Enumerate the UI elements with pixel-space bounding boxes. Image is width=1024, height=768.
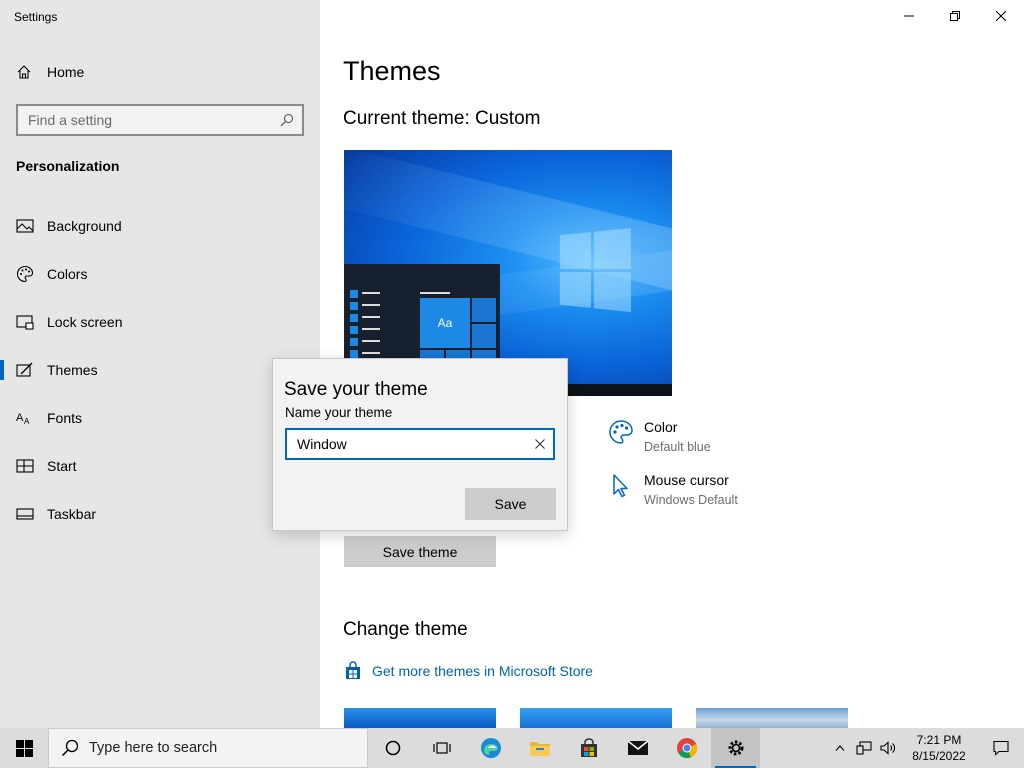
- taskbar: Type here to search 7:21 PM 8/15/2022: [0, 728, 1024, 768]
- change-theme-heading: Change theme: [343, 619, 468, 640]
- edge-button[interactable]: [466, 728, 515, 768]
- find-setting-search[interactable]: [16, 104, 304, 136]
- chevron-up-icon: [835, 745, 845, 751]
- store-button[interactable]: [564, 728, 613, 768]
- minimize-icon: [904, 15, 914, 17]
- store-icon: [580, 738, 597, 757]
- close-icon: [996, 11, 1006, 21]
- taskbar-search-placeholder: Type here to search: [89, 740, 218, 756]
- sidebar-item-label: Fonts: [47, 410, 83, 426]
- lock-screen-icon: [16, 313, 34, 331]
- save-theme-dialog: Save your theme Name your theme Save: [272, 358, 568, 531]
- sidebar-item-label: Themes: [47, 362, 98, 378]
- color-setting[interactable]: Color Default blue: [608, 419, 711, 454]
- network-icon: [856, 741, 872, 755]
- settings-button[interactable]: [711, 728, 760, 768]
- theme-thumbnail[interactable]: [344, 708, 496, 728]
- minimize-button[interactable]: [886, 0, 932, 32]
- dialog-save-button[interactable]: Save: [465, 488, 556, 520]
- sidebar-item-label: Colors: [47, 266, 88, 282]
- cursor-icon: [613, 474, 628, 498]
- show-hidden-icons-button[interactable]: [828, 728, 852, 768]
- chrome-button[interactable]: [662, 728, 711, 768]
- windows-logo-wallpaper: [559, 228, 631, 312]
- close-button[interactable]: [978, 0, 1024, 32]
- volume-icon: [880, 741, 895, 755]
- sidebar-item-lock-screen[interactable]: Lock screen: [0, 298, 320, 346]
- mail-button[interactable]: [613, 728, 662, 768]
- chrome-icon: [676, 738, 697, 759]
- app-title: Settings: [14, 10, 58, 24]
- edge-icon: [480, 738, 501, 758]
- theme-thumbnail[interactable]: [520, 708, 672, 728]
- home-icon: [17, 65, 31, 79]
- theme-name-label: Name your theme: [285, 405, 393, 420]
- current-theme-heading: Current theme: Custom: [343, 108, 541, 129]
- search-icon: [61, 739, 79, 757]
- settings-icon: [728, 740, 743, 756]
- store-link[interactable]: Get more themes in Microsoft Store: [343, 661, 593, 681]
- clock[interactable]: 7:21 PM 8/15/2022: [900, 732, 978, 764]
- cortana-icon: [385, 740, 400, 756]
- taskbar-search[interactable]: Type here to search: [48, 728, 368, 768]
- mouse-cursor-name: Mouse cursor: [644, 472, 729, 488]
- section-title: Personalization: [16, 158, 120, 174]
- themes-icon: [16, 361, 34, 379]
- home-label: Home: [47, 64, 85, 80]
- sidebar-item-label: Start: [47, 458, 77, 474]
- action-center-button[interactable]: [978, 728, 1024, 768]
- sidebar-item-background[interactable]: Background: [0, 202, 320, 250]
- window-controls: [886, 0, 1024, 32]
- sidebar-item-label: Taskbar: [47, 506, 97, 522]
- cortana-button[interactable]: [368, 728, 417, 768]
- task-view-icon: [432, 742, 451, 754]
- page-title: Themes: [343, 56, 441, 86]
- task-view-button[interactable]: [417, 728, 466, 768]
- svg-text:A: A: [24, 417, 30, 426]
- sidebar-item-label: Background: [47, 218, 122, 234]
- home-nav-item[interactable]: Home: [16, 64, 84, 80]
- save-theme-button[interactable]: Save theme: [344, 536, 496, 567]
- palette-icon: [16, 265, 34, 283]
- windows-start-icon: [15, 739, 33, 757]
- svg-text:A: A: [16, 412, 24, 424]
- sidebar-item-label: Lock screen: [47, 314, 123, 330]
- preview-tile-text: Aa: [420, 298, 470, 348]
- restore-icon: [950, 11, 960, 21]
- palette-icon: [609, 420, 633, 444]
- mail-icon: [627, 740, 648, 755]
- color-setting-value: Default blue: [644, 440, 711, 454]
- clock-time: 7:21 PM: [916, 733, 962, 747]
- find-setting-input[interactable]: [28, 112, 280, 128]
- search-icon: [280, 113, 294, 127]
- clock-date: 8/15/2022: [912, 749, 966, 763]
- theme-name-field[interactable]: [285, 428, 555, 460]
- sidebar-item-colors[interactable]: Colors: [0, 250, 320, 298]
- mouse-cursor-setting[interactable]: Mouse cursor Windows Default: [608, 472, 738, 507]
- clear-icon[interactable]: [535, 439, 545, 449]
- theme-thumbnail[interactable]: [696, 708, 848, 728]
- notification-icon: [993, 740, 1009, 756]
- start-button[interactable]: [0, 728, 48, 768]
- mouse-cursor-value: Windows Default: [644, 493, 738, 507]
- system-tray: 7:21 PM 8/15/2022: [828, 728, 1024, 768]
- file-explorer-button[interactable]: [515, 728, 564, 768]
- taskbar-icon: [16, 505, 34, 523]
- file-explorer-icon: [529, 742, 550, 756]
- network-button[interactable]: [852, 728, 876, 768]
- restore-button[interactable]: [932, 0, 978, 32]
- volume-button[interactable]: [876, 728, 900, 768]
- color-setting-name: Color: [644, 419, 678, 435]
- dialog-title: Save your theme: [284, 379, 428, 400]
- fonts-icon: AA: [16, 409, 34, 427]
- theme-name-input[interactable]: [297, 436, 535, 452]
- store-icon: [346, 661, 360, 679]
- start-icon: [16, 457, 34, 475]
- picture-icon: [16, 217, 34, 235]
- store-link-label: Get more themes in Microsoft Store: [372, 663, 593, 679]
